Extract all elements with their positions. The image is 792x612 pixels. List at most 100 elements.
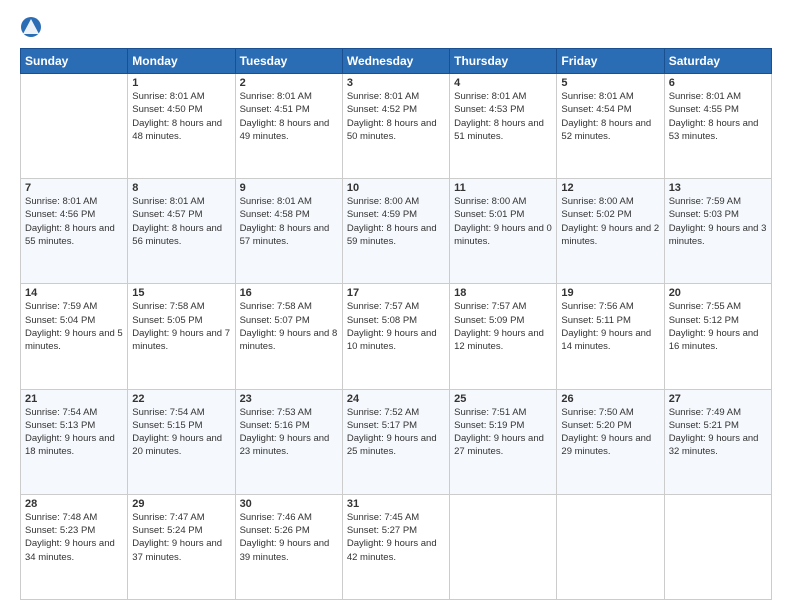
- calendar-cell: 1Sunrise: 8:01 AMSunset: 4:50 PMDaylight…: [128, 74, 235, 179]
- day-number: 13: [669, 182, 767, 194]
- calendar-week-row: 1Sunrise: 8:01 AMSunset: 4:50 PMDaylight…: [21, 74, 772, 179]
- calendar-cell: 7Sunrise: 8:01 AMSunset: 4:56 PMDaylight…: [21, 179, 128, 284]
- calendar-table: SundayMondayTuesdayWednesdayThursdayFrid…: [20, 48, 772, 600]
- calendar-cell: 29Sunrise: 7:47 AMSunset: 5:24 PMDayligh…: [128, 494, 235, 599]
- calendar-cell: 12Sunrise: 8:00 AMSunset: 5:02 PMDayligh…: [557, 179, 664, 284]
- day-info: Sunrise: 8:01 AMSunset: 4:51 PMDaylight:…: [240, 90, 338, 143]
- day-number: 2: [240, 77, 338, 89]
- calendar-cell: 26Sunrise: 7:50 AMSunset: 5:20 PMDayligh…: [557, 389, 664, 494]
- day-number: 21: [25, 393, 123, 405]
- day-number: 20: [669, 287, 767, 299]
- calendar-cell: 24Sunrise: 7:52 AMSunset: 5:17 PMDayligh…: [342, 389, 449, 494]
- day-number: 5: [561, 77, 659, 89]
- day-info: Sunrise: 7:55 AMSunset: 5:12 PMDaylight:…: [669, 300, 767, 353]
- calendar-cell: 30Sunrise: 7:46 AMSunset: 5:26 PMDayligh…: [235, 494, 342, 599]
- calendar-cell: 4Sunrise: 8:01 AMSunset: 4:53 PMDaylight…: [450, 74, 557, 179]
- calendar-cell: 13Sunrise: 7:59 AMSunset: 5:03 PMDayligh…: [664, 179, 771, 284]
- day-number: 12: [561, 182, 659, 194]
- day-number: 19: [561, 287, 659, 299]
- day-info: Sunrise: 8:01 AMSunset: 4:53 PMDaylight:…: [454, 90, 552, 143]
- weekday-header-monday: Monday: [128, 49, 235, 74]
- logo: [20, 16, 45, 38]
- day-number: 4: [454, 77, 552, 89]
- day-number: 22: [132, 393, 230, 405]
- calendar-cell: 19Sunrise: 7:56 AMSunset: 5:11 PMDayligh…: [557, 284, 664, 389]
- logo-icon: [20, 16, 42, 38]
- page: SundayMondayTuesdayWednesdayThursdayFrid…: [0, 0, 792, 612]
- header: [20, 16, 772, 38]
- calendar-cell: 31Sunrise: 7:45 AMSunset: 5:27 PMDayligh…: [342, 494, 449, 599]
- day-info: Sunrise: 8:01 AMSunset: 4:55 PMDaylight:…: [669, 90, 767, 143]
- calendar-cell: 15Sunrise: 7:58 AMSunset: 5:05 PMDayligh…: [128, 284, 235, 389]
- day-number: 1: [132, 77, 230, 89]
- day-info: Sunrise: 8:01 AMSunset: 4:52 PMDaylight:…: [347, 90, 445, 143]
- day-number: 31: [347, 498, 445, 510]
- day-info: Sunrise: 7:59 AMSunset: 5:03 PMDaylight:…: [669, 195, 767, 248]
- calendar-cell: 14Sunrise: 7:59 AMSunset: 5:04 PMDayligh…: [21, 284, 128, 389]
- day-number: 23: [240, 393, 338, 405]
- day-number: 17: [347, 287, 445, 299]
- day-number: 28: [25, 498, 123, 510]
- calendar-cell: 16Sunrise: 7:58 AMSunset: 5:07 PMDayligh…: [235, 284, 342, 389]
- calendar-cell: 10Sunrise: 8:00 AMSunset: 4:59 PMDayligh…: [342, 179, 449, 284]
- day-info: Sunrise: 8:00 AMSunset: 5:01 PMDaylight:…: [454, 195, 552, 248]
- day-number: 11: [454, 182, 552, 194]
- day-number: 9: [240, 182, 338, 194]
- day-number: 29: [132, 498, 230, 510]
- day-info: Sunrise: 7:53 AMSunset: 5:16 PMDaylight:…: [240, 406, 338, 459]
- day-number: 3: [347, 77, 445, 89]
- day-number: 18: [454, 287, 552, 299]
- calendar-cell: 28Sunrise: 7:48 AMSunset: 5:23 PMDayligh…: [21, 494, 128, 599]
- day-info: Sunrise: 7:49 AMSunset: 5:21 PMDaylight:…: [669, 406, 767, 459]
- day-info: Sunrise: 7:59 AMSunset: 5:04 PMDaylight:…: [25, 300, 123, 353]
- day-number: 25: [454, 393, 552, 405]
- calendar-cell: [450, 494, 557, 599]
- day-info: Sunrise: 8:01 AMSunset: 4:57 PMDaylight:…: [132, 195, 230, 248]
- calendar-cell: [557, 494, 664, 599]
- day-number: 14: [25, 287, 123, 299]
- calendar-week-row: 28Sunrise: 7:48 AMSunset: 5:23 PMDayligh…: [21, 494, 772, 599]
- day-info: Sunrise: 8:01 AMSunset: 4:50 PMDaylight:…: [132, 90, 230, 143]
- weekday-header-saturday: Saturday: [664, 49, 771, 74]
- day-info: Sunrise: 7:54 AMSunset: 5:13 PMDaylight:…: [25, 406, 123, 459]
- day-info: Sunrise: 7:58 AMSunset: 5:05 PMDaylight:…: [132, 300, 230, 353]
- day-number: 8: [132, 182, 230, 194]
- weekday-header-thursday: Thursday: [450, 49, 557, 74]
- calendar-cell: 23Sunrise: 7:53 AMSunset: 5:16 PMDayligh…: [235, 389, 342, 494]
- day-info: Sunrise: 7:56 AMSunset: 5:11 PMDaylight:…: [561, 300, 659, 353]
- calendar-cell: 17Sunrise: 7:57 AMSunset: 5:08 PMDayligh…: [342, 284, 449, 389]
- weekday-header-row: SundayMondayTuesdayWednesdayThursdayFrid…: [21, 49, 772, 74]
- calendar-cell: 2Sunrise: 8:01 AMSunset: 4:51 PMDaylight…: [235, 74, 342, 179]
- day-info: Sunrise: 8:01 AMSunset: 4:58 PMDaylight:…: [240, 195, 338, 248]
- calendar-cell: 6Sunrise: 8:01 AMSunset: 4:55 PMDaylight…: [664, 74, 771, 179]
- day-info: Sunrise: 8:01 AMSunset: 4:54 PMDaylight:…: [561, 90, 659, 143]
- day-info: Sunrise: 8:00 AMSunset: 4:59 PMDaylight:…: [347, 195, 445, 248]
- calendar-cell: 3Sunrise: 8:01 AMSunset: 4:52 PMDaylight…: [342, 74, 449, 179]
- day-number: 24: [347, 393, 445, 405]
- day-number: 15: [132, 287, 230, 299]
- day-info: Sunrise: 7:47 AMSunset: 5:24 PMDaylight:…: [132, 511, 230, 564]
- day-number: 6: [669, 77, 767, 89]
- calendar-cell: 18Sunrise: 7:57 AMSunset: 5:09 PMDayligh…: [450, 284, 557, 389]
- day-number: 26: [561, 393, 659, 405]
- day-number: 30: [240, 498, 338, 510]
- day-info: Sunrise: 8:00 AMSunset: 5:02 PMDaylight:…: [561, 195, 659, 248]
- day-number: 10: [347, 182, 445, 194]
- weekday-header-wednesday: Wednesday: [342, 49, 449, 74]
- calendar-cell: 25Sunrise: 7:51 AMSunset: 5:19 PMDayligh…: [450, 389, 557, 494]
- day-info: Sunrise: 7:45 AMSunset: 5:27 PMDaylight:…: [347, 511, 445, 564]
- day-number: 16: [240, 287, 338, 299]
- calendar-cell: 22Sunrise: 7:54 AMSunset: 5:15 PMDayligh…: [128, 389, 235, 494]
- calendar-cell: 21Sunrise: 7:54 AMSunset: 5:13 PMDayligh…: [21, 389, 128, 494]
- day-number: 27: [669, 393, 767, 405]
- calendar-cell: 27Sunrise: 7:49 AMSunset: 5:21 PMDayligh…: [664, 389, 771, 494]
- day-info: Sunrise: 7:48 AMSunset: 5:23 PMDaylight:…: [25, 511, 123, 564]
- day-info: Sunrise: 7:54 AMSunset: 5:15 PMDaylight:…: [132, 406, 230, 459]
- calendar-week-row: 14Sunrise: 7:59 AMSunset: 5:04 PMDayligh…: [21, 284, 772, 389]
- calendar-cell: [664, 494, 771, 599]
- calendar-cell: 20Sunrise: 7:55 AMSunset: 5:12 PMDayligh…: [664, 284, 771, 389]
- calendar-cell: 11Sunrise: 8:00 AMSunset: 5:01 PMDayligh…: [450, 179, 557, 284]
- day-info: Sunrise: 7:46 AMSunset: 5:26 PMDaylight:…: [240, 511, 338, 564]
- calendar-cell: 5Sunrise: 8:01 AMSunset: 4:54 PMDaylight…: [557, 74, 664, 179]
- weekday-header-friday: Friday: [557, 49, 664, 74]
